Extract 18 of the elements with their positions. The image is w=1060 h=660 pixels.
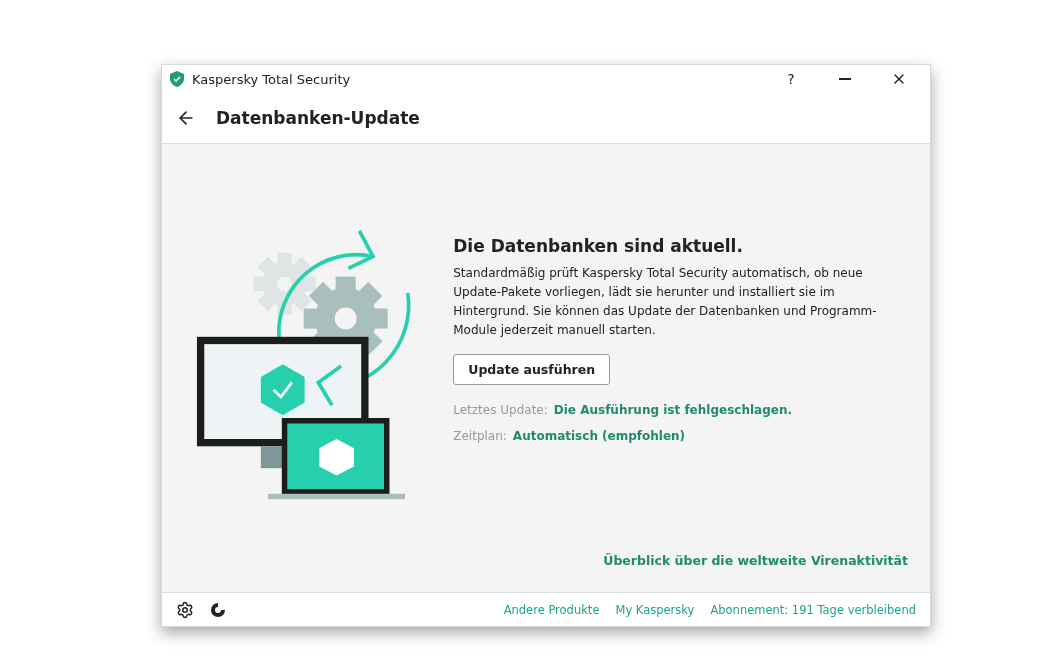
footer-link[interactable]: My Kaspersky — [615, 602, 695, 617]
page-title: Datenbanken-Update — [216, 108, 420, 128]
settings-icon[interactable] — [176, 600, 194, 619]
window-title: Kaspersky Total Security — [192, 71, 352, 87]
footer-link[interactable]: Andere Produkte — [503, 602, 600, 617]
status-heading: Die Datenbanken sind aktuell. — [453, 236, 744, 256]
minimize-icon — [839, 78, 851, 80]
help-button[interactable]: ? — [768, 65, 814, 93]
virus-activity-link[interactable]: Überblick über die weltweite Virenaktivität — [603, 553, 908, 568]
support-icon[interactable] — [210, 601, 226, 618]
detail-label: Zeitplan: — [453, 429, 507, 443]
detail-link[interactable]: Automatisch (empfohlen) — [512, 429, 686, 443]
detail-link[interactable]: Die Ausführung ist fehlgeschlagen. — [553, 403, 792, 417]
update-button[interactable]: Update ausführen — [453, 354, 611, 385]
detail-label: Letztes Update: — [453, 403, 548, 417]
shield-logo-icon — [170, 71, 184, 87]
status-description: Standardmäßig prüft Kaspersky Total Security automatisch, ob neue Update-Pakete vorliegen, lädt sie herunter und installiert sie im Hintergrund. Sie können das Update der Datenbanken und Programm-Module jederzeit manuell starten. — [453, 265, 878, 339]
footer-link[interactable]: Abonnement: 191 Tage verbleibend — [710, 602, 916, 617]
